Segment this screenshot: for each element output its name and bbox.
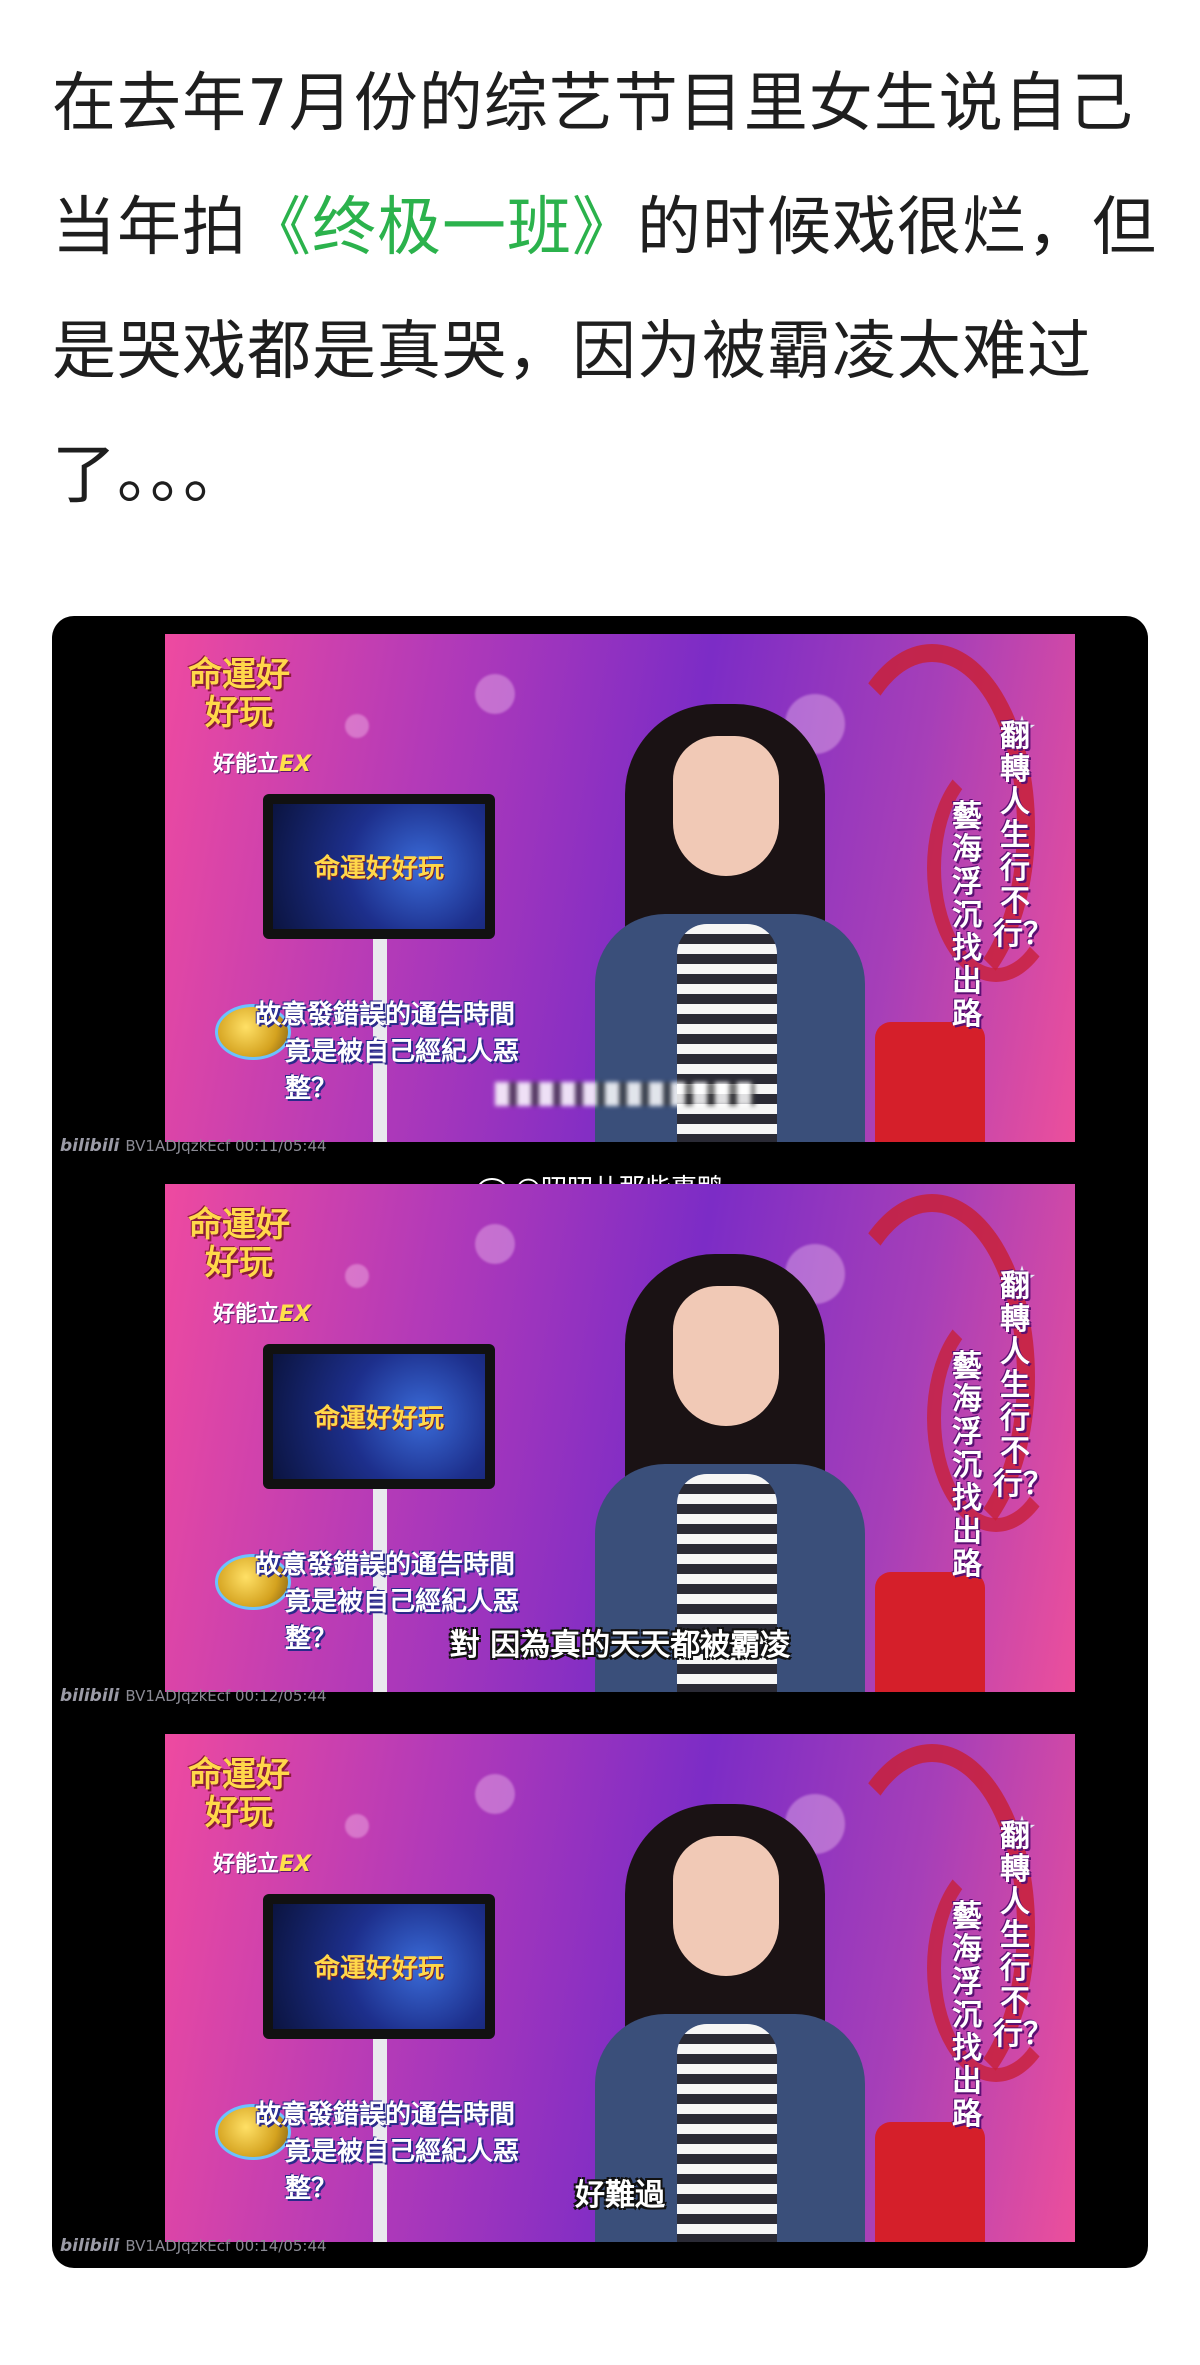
episode-subtitle: 藝海浮沉找出路 [952,1899,982,2132]
episode-title: 翻轉人生行不行？ [993,1819,1053,2052]
video-subtitle: 好難過 [575,2178,665,2213]
video-watermark-3: bilibili BV1ADJqzkEcf 00:14/05:44 [60,2236,327,2256]
tv-logo: 命運好好玩 [273,804,485,929]
episode-subtitle: 藝海浮沉找出路 [952,799,982,1032]
video-watermark-1: bilibili BV1ADJqzkEcf 00:11/05:44 [60,1136,327,1156]
tv-logo: 命運好好玩 [273,1354,485,1479]
studio-tv: 命運好好玩 [263,1894,495,2039]
studio-tv: 命運好好玩 [263,1344,495,1489]
video-frame-2: 命運好好玩 好能立EX 命運好好玩 ★ 翻轉人生行不行？ 藝海浮沉找出路 故意發… [165,1184,1075,1692]
show-logo: 命運好好玩 [188,1755,290,1833]
video-frame-3: 命運好好玩 好能立EX 命運好好玩 ★ 翻轉人生行不行？ 藝海浮沉找出路 故意發… [165,1734,1075,2242]
sponsor-label: 好能立EX [213,1852,312,1877]
sponsor-label: 好能立EX [213,1302,312,1327]
video-screenshot-collage[interactable]: 命運好好玩 好能立EX 命運好好玩 ★ 翻轉人生行不行？ 藝海浮沉找出路 故意發… [52,616,1148,2268]
show-logo: 命運好好玩 [188,1205,290,1283]
episode-title: 翻轉人生行不行？ [993,1269,1053,1502]
sponsor-label: 好能立EX [213,752,312,777]
studio-tv: 命運好好玩 [263,794,495,939]
episode-title: 翻轉人生行不行？ [993,719,1053,952]
video-subtitle: 對 因為真的天天都被霸凌 [449,1628,791,1663]
tv-logo: 命運好好玩 [273,1904,485,2029]
blurred-subtitle [495,1082,755,1106]
episode-subtitle: 藝海浮沉找出路 [952,1349,982,1582]
drama-title-link[interactable]: 《终极一班》 [247,191,637,265]
guest-person [595,704,885,1142]
post-text: 在去年7月份的综艺节目里女生说自己当年拍《终极一班》的时候戏很烂，但是哭戏都是真… [52,42,1162,538]
show-logo: 命運好好玩 [188,655,290,733]
video-watermark-2: bilibili BV1ADJqzkEcf 00:12/05:44 [60,1686,327,1706]
video-frame-1: 命運好好玩 好能立EX 命運好好玩 ★ 翻轉人生行不行？ 藝海浮沉找出路 故意發… [165,634,1075,1142]
